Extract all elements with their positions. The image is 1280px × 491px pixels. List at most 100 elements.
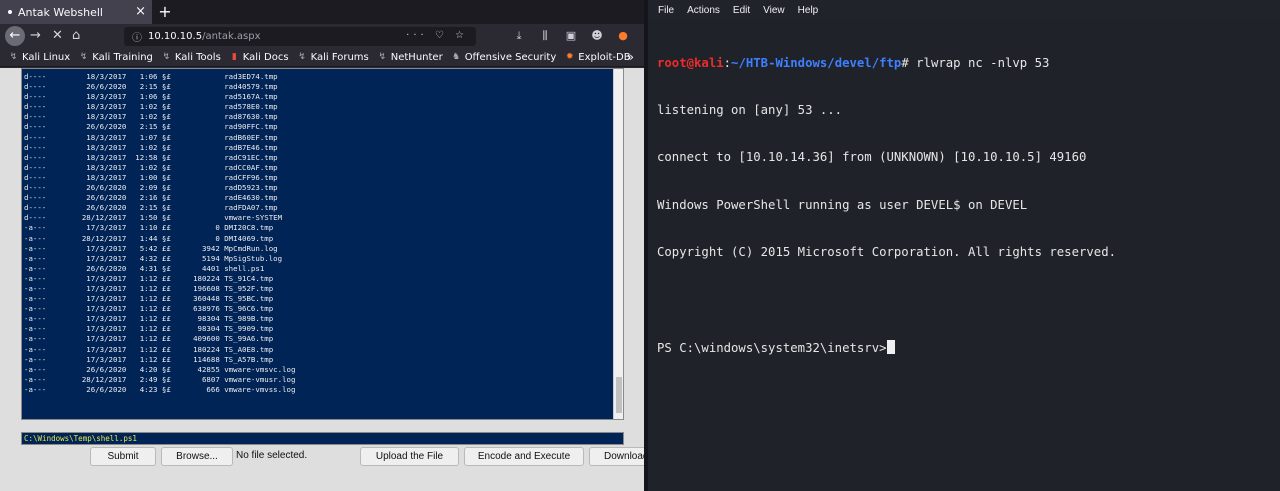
listing-row: d---- 18/3/2017 1:02 §£ radCC0AF.tmp [24, 162, 278, 172]
bookmark-kali-tools[interactable]: ↯ Kali Tools [161, 52, 221, 63]
listing-row: -a--- 28/12/2017 2:49 §£ 6807 vmware-vmu… [24, 374, 296, 384]
prompt-user: root@kali [657, 55, 724, 70]
listing-row: -a--- 17/3/2017 1:10 ££ 0 DMI20C8.tmp [24, 223, 274, 233]
bookmarks-toolbar: ↯ Kali Linux ↯ Kali Training ↯ Kali Tools ▮… [0, 48, 644, 67]
url-host: 10.10.10.5 [148, 31, 203, 42]
terminal-line: Windows PowerShell running as user DEVEL… [657, 197, 1028, 212]
listing-row: -a--- 26/6/2020 4:31 §£ 4401 shell.ps1 [24, 263, 265, 273]
exploitdb-icon: ✹ [565, 51, 574, 62]
listing-row: -a--- 26/6/2020 4:23 §£ 666 vmware-vmvss… [24, 384, 296, 394]
menu-help[interactable]: Help [798, 5, 819, 16]
bookmark-kali-forums[interactable]: ↯ Kali Forums [297, 51, 368, 63]
listing-row: d---- 18/3/2017 1:00 §£ radCFF96.tmp [24, 172, 278, 182]
site-info-icon[interactable]: ⓘ [132, 29, 142, 44]
listing-row: d---- 26/6/2020 2:09 §£ radD5923.tmp [24, 183, 278, 193]
nav-bar: ← → ✕ ⌂ ⓘ 10.10.10.5/antak.aspx ··· ♡ ☆ … [0, 24, 644, 48]
back-button[interactable]: ← [5, 26, 25, 46]
listing-row: d---- 26/6/2020 2:15 §£ radFDA07.tmp [24, 203, 278, 213]
menu-file[interactable]: File [658, 5, 674, 16]
listing-row: -a--- 17/3/2017 1:12 ££ 638976 TS_96C6.t… [24, 304, 274, 314]
terminal-output[interactable]: root@kali:~/HTB-Windows/devel/ftp# rlwra… [657, 24, 1277, 387]
submit-button[interactable]: Submit [90, 447, 156, 466]
home-button[interactable]: ⌂ [72, 27, 80, 45]
command-input[interactable]: C:\Windows\Temp\shell.ps1 [21, 432, 624, 445]
prompt-path: ~/HTB-Windows/devel/ftp [731, 55, 902, 70]
red-document-icon: ▮ [231, 51, 237, 62]
url-path: /antak.aspx [202, 31, 261, 42]
menu-view[interactable]: View [763, 5, 785, 16]
listing-row: d---- 18/3/2017 1:06 §£ rad5167A.tmp [24, 92, 278, 102]
terminal-line: listening on [any] 53 ... [657, 102, 843, 117]
listing-row: -a--- 17/3/2017 1:12 ££ 180224 TS_A0E8.t… [24, 344, 274, 354]
terminal-cursor [886, 339, 895, 354]
listing-row: -a--- 17/3/2017 5:42 ££ 3942 MpCmdRun.lo… [24, 243, 278, 253]
browse-button[interactable]: Browse... [161, 447, 233, 466]
terminal-line: Copyright (C) 2015 Microsoft Corporation… [657, 245, 1117, 260]
bookmark-nethunter[interactable]: ↯ NetHunter [377, 51, 442, 63]
firefox-window: Antak Webshell × + ← → ✕ ⌂ ⓘ 10.10.10.5/… [0, 0, 644, 491]
tab-strip: Antak Webshell × + [0, 0, 644, 24]
extension-icon[interactable]: ☻ [590, 29, 604, 43]
library-icon[interactable]: ⫼ [538, 29, 552, 43]
prompt-command: # rlwrap nc -nlvp 53 [901, 55, 1050, 70]
sidebar-icon[interactable]: ▣ [564, 29, 578, 43]
tab-close-icon[interactable]: × [135, 4, 146, 19]
url-bar[interactable]: ⓘ 10.10.10.5/antak.aspx ··· ♡ ☆ [124, 27, 476, 46]
listing-row: d---- 26/6/2020 2:15 §£ rad40579.tmp [24, 82, 278, 92]
console-scrollbar[interactable] [613, 69, 623, 419]
bookmark-exploit-db[interactable]: ✹ Exploit-DB [564, 51, 631, 63]
new-tab-button[interactable]: + [156, 2, 174, 21]
listing-row: d---- 18/3/2017 1:02 §£ rad87630.tmp [24, 112, 278, 122]
offsec-icon: ♞ [452, 51, 461, 62]
kali-dragon-icon: ↯ [162, 51, 171, 62]
terminal-window: File Actions Edit View Help root@kali:~/… [648, 0, 1280, 491]
listing-row: -a--- 26/6/2020 4:20 §£ 42855 vmware-vms… [24, 364, 296, 374]
menu-edit[interactable]: Edit [733, 5, 750, 16]
listing-row: d---- 26/6/2020 2:16 §£ radE4630.tmp [24, 193, 278, 203]
menu-actions[interactable]: Actions [687, 5, 720, 16]
extension-icon[interactable]: ● [616, 29, 630, 43]
page-content: d---- 18/3/2017 1:06 §£ rad3ED74.tmp d---… [0, 68, 644, 491]
stop-button[interactable]: ✕ [52, 27, 63, 45]
prompt-separator: : [723, 55, 732, 70]
file-status-label: No file selected. [236, 450, 308, 461]
shell-prompt-line: root@kali:~/HTB-Windows/devel/ftp# rlwra… [657, 56, 1277, 72]
upload-file-button[interactable]: Upload the File [360, 447, 459, 466]
listing-row: -a--- 17/3/2017 1:12 ££ 114688 TS_A57B.t… [24, 354, 274, 364]
listing-row: -a--- 17/3/2017 1:12 ££ 409600 TS_99A6.t… [24, 334, 274, 344]
forward-button[interactable]: → [30, 27, 41, 45]
bookmark-kali-docs[interactable]: ▮ Kali Docs [229, 52, 289, 63]
ps-prompt: PS C:\windows\system32\inetsrv> [657, 340, 887, 355]
listing-row: d---- 18/3/2017 1:02 §£ radB7E46.tmp [24, 142, 278, 152]
bookmark-kali-linux[interactable]: ↯ Kali Linux [8, 52, 70, 63]
tab-antak-webshell[interactable]: Antak Webshell × [0, 0, 152, 24]
listing-row: d---- 26/6/2020 2:15 §£ rad90FFC.tmp [24, 122, 278, 132]
kali-dragon-icon: ↯ [378, 51, 387, 62]
output-listing: d---- 18/3/2017 1:06 §£ rad3ED74.tmp d---… [22, 69, 614, 419]
listing-row: -a--- 17/3/2017 1:12 ££ 98304 TS_989B.tm… [24, 314, 274, 324]
listing-row: -a--- 28/12/2017 1:44 §£ 0 DMI4069.tmp [24, 233, 274, 243]
download-icon[interactable]: ⤓ [512, 29, 526, 43]
kali-dragon-icon: ↯ [9, 51, 18, 62]
tab-title: Antak Webshell [18, 5, 103, 19]
output-console[interactable]: d---- 18/3/2017 1:06 §£ rad3ED74.tmp d---… [21, 68, 624, 420]
listing-row: -a--- 17/3/2017 1:12 ££ 196608 TS_952F.t… [24, 283, 274, 293]
listing-row: d---- 18/3/2017 12:58 §£ radC91EC.tmp [24, 152, 278, 162]
toolbar-icons: ⤓ ⫼ ▣ ☻ ● ≡ [512, 29, 644, 43]
listing-row: d---- 18/3/2017 1:06 §£ rad3ED74.tmp [24, 72, 278, 81]
bookmark-offensive-security[interactable]: ♞ Offensive Security [451, 51, 556, 63]
scrollbar-thumb[interactable] [616, 377, 622, 413]
bookmark-kali-training[interactable]: ↯ Kali Training [78, 52, 153, 63]
tab-dot-icon [8, 10, 12, 14]
download-button[interactable]: Download [589, 447, 644, 466]
bookmarks-overflow-button[interactable]: » [627, 50, 634, 64]
encode-execute-button[interactable]: Encode and Execute [464, 447, 584, 466]
listing-row: -a--- 17/3/2017 1:12 ££ 180224 TS_91C4.t… [24, 273, 274, 283]
terminal-menubar: File Actions Edit View Help [648, 0, 1280, 20]
page-actions[interactable]: ··· ♡ ☆ [406, 30, 468, 41]
kali-dragon-icon: ↯ [298, 51, 306, 62]
listing-row: d---- 18/3/2017 1:07 §£ radB60EF.tmp [24, 132, 278, 142]
listing-row: d---- 28/12/2017 1:50 §£ vmware-SYSTEM [24, 213, 283, 223]
ps-prompt-line: PS C:\windows\system32\inetsrv> [657, 339, 1277, 356]
